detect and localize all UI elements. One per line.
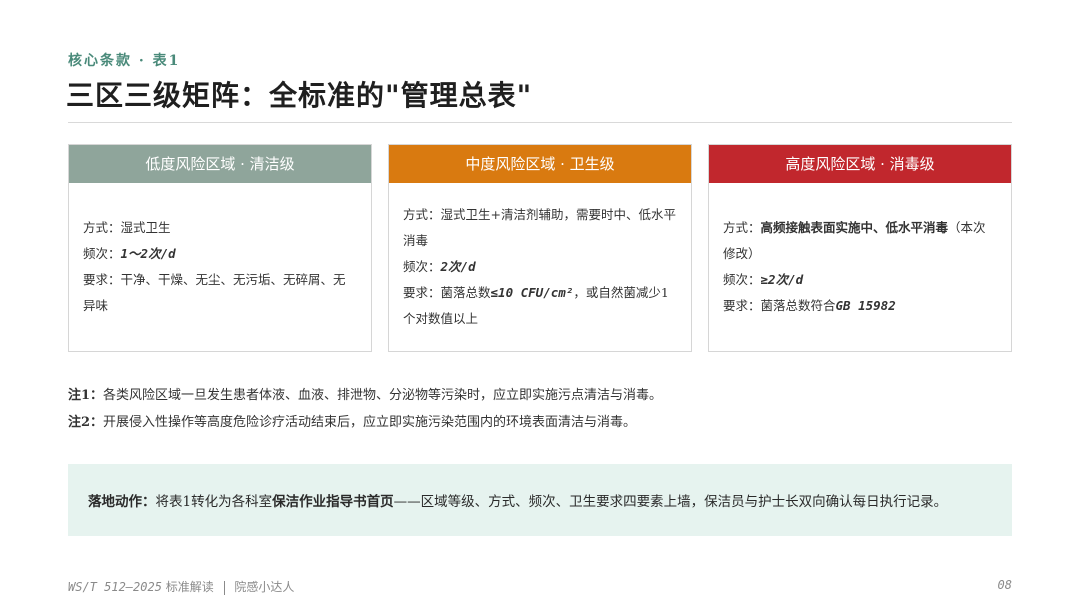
frequency-line: 频次：1～2次/d (83, 246, 176, 261)
page-title: 三区三级矩阵：全标准的"管理总表" (66, 79, 533, 112)
requirement-line: 要求：菌落总数≤10 CFU/cm²，或自然菌减少1个对数值以上 (403, 285, 669, 326)
frequency-line: 频次：2次/d (403, 259, 476, 274)
note-2: 注2：开展侵入性操作等高度危险诊疗活动结束后，应立即实施污染范围内的环境表面清洁… (68, 415, 637, 430)
card-medium-risk-body: 方式：湿式卫生+清洁剂辅助，需要时中、低水平消毒 频次：2次/d 要求：菌落总数… (403, 183, 677, 351)
frequency-line: 频次：≥2次/d (723, 272, 804, 287)
card-high-risk-title: 高度风险区域 · 消毒级 (709, 145, 1011, 183)
footer-standard: WS/T 512—2025 (68, 580, 162, 594)
note-1: 注1：各类风险区域一旦发生患者体液、血液、排泄物、分泌物等污染时，应立即实施污点… (68, 388, 663, 403)
footer-separator (223, 580, 225, 595)
section-kicker: 核心条款 · 表1 (68, 53, 181, 69)
footer-label: 标准解读 (165, 580, 214, 594)
page-number: 08 (997, 578, 1012, 592)
card-low-risk: 低度风险区域 · 清洁级 方式：湿式卫生 频次：1～2次/d 要求：干净、干燥、… (68, 144, 372, 352)
method-line: 方式：湿式卫生+清洁剂辅助，需要时中、低水平消毒 (403, 207, 676, 248)
card-medium-risk: 中度风险区域 · 卫生级 方式：湿式卫生+清洁剂辅助，需要时中、低水平消毒 频次… (388, 144, 692, 352)
card-medium-risk-title: 中度风险区域 · 卫生级 (389, 145, 691, 183)
card-high-risk-body: 方式：高频接触表面实施中、低水平消毒（本次修改） 频次：≥2次/d 要求：菌落总… (723, 183, 997, 351)
card-low-risk-body: 方式：湿式卫生 频次：1～2次/d 要求：干净、干燥、无尘、无污垢、无碎屑、无异… (83, 183, 357, 351)
requirement-line: 要求：菌落总数符合GB 15982 (723, 298, 896, 313)
requirement-line: 要求：干净、干燥、无尘、无污垢、无碎屑、无异味 (83, 272, 346, 313)
method-line: 方式：湿式卫生 (83, 220, 171, 235)
title-divider (68, 122, 1012, 123)
footer: WS/T 512—2025 标准解读 院感小达人 (68, 578, 294, 595)
method-line: 方式：高频接触表面实施中、低水平消毒（本次修改） (723, 220, 986, 261)
card-low-risk-title: 低度风险区域 · 清洁级 (69, 145, 371, 183)
action-box: 落地动作：将表1转化为各科室保洁作业指导书首页——区域等级、方式、频次、卫生要求… (68, 464, 1012, 536)
card-high-risk: 高度风险区域 · 消毒级 方式：高频接触表面实施中、低水平消毒（本次修改） 频次… (708, 144, 1012, 352)
footer-author: 院感小达人 (234, 580, 295, 594)
action-text: 落地动作：将表1转化为各科室保洁作业指导书首页——区域等级、方式、频次、卫生要求… (88, 494, 948, 510)
